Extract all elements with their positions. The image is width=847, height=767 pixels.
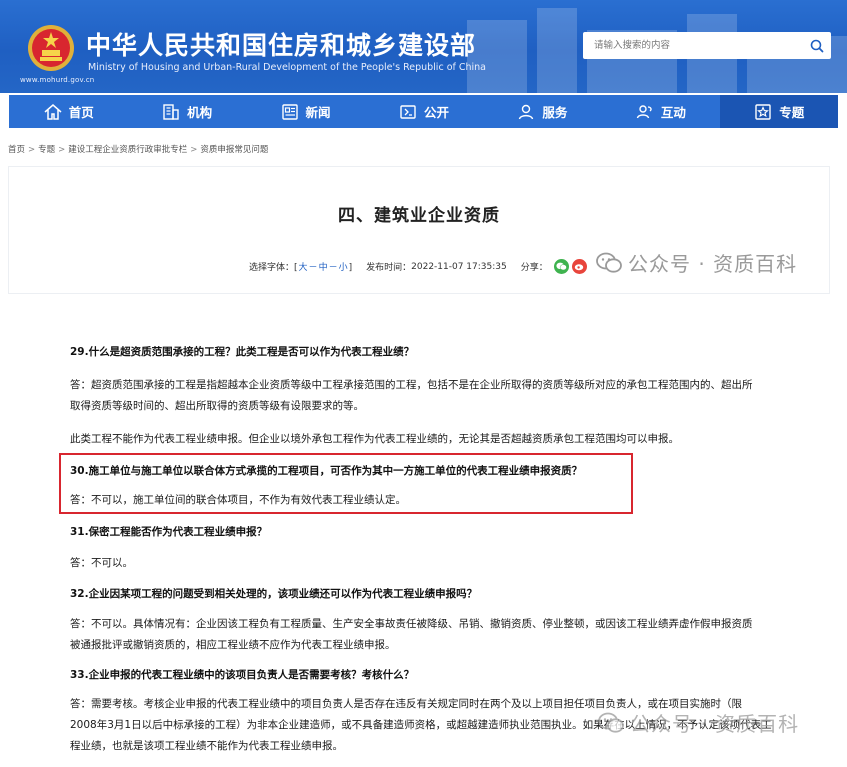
article-meta: 选择字体： [大－中－小] 发布时间： 2022-11-07 17:35:35 … [249,259,587,274]
site-header: www.mohurd.gov.cn 中华人民共和国住房和城乡建设部 Minist… [0,0,847,93]
main-nav: 首页 机构 新闻 公开 服务 互动 专题 [9,95,838,128]
font-medium-link[interactable]: 中 [319,263,328,273]
bracket-open: [ [294,263,298,273]
breadcrumb-item-column[interactable]: 建设工程企业资质行政审批专栏 [68,145,187,155]
font-small-link[interactable]: 小 [339,263,348,273]
search-button[interactable] [803,33,831,58]
nav-label: 专题 [779,105,805,120]
watermark-bottom: 公众号 · 资质百科 [598,708,799,737]
home-icon [44,103,62,120]
breadcrumb: 首页 > 专题 > 建设工程企业资质行政审批专栏 > 资质申报常见问题 [8,145,269,155]
nav-item-home[interactable]: 首页 [9,95,127,128]
font-sep: － [308,263,318,273]
article-title: 四、建筑业企业资质 [338,206,500,226]
site-url: www.mohurd.gov.cn [20,76,95,84]
search-box [583,32,831,59]
answer-29-line1: 答：超资质范围承接的工程是指超越本企业资质等级中工程承接范围的工程，包括不是在企… [70,379,753,391]
nav-label: 服务 [542,105,568,120]
breadcrumb-item-topic[interactable]: 专题 [38,145,55,155]
wechat-icon [556,262,567,271]
nav-item-disclosure[interactable]: 公开 [364,95,482,128]
highlight-box-q30 [59,453,633,514]
nav-label: 机构 [187,105,213,120]
answer-29-para2: 此类工程不能作为代表工程业绩申报。但企业以境外承包工程作为代表工程业绩的，无论其… [70,433,679,445]
building-icon [163,103,179,120]
wechat-watermark-icon [596,252,622,273]
answer-32-line2: 被通报批评或撤销资质的，相应工程业绩不应作为代表工程业绩申报。 [70,639,396,651]
topic-icon [755,103,771,120]
publish-time: 2022-11-07 17:35:35 [411,261,507,272]
answer-31: 答：不可以。 [70,557,133,569]
search-input[interactable] [583,33,803,58]
watermark-text: 公众号 · 资质百科 [630,712,800,736]
answer-33-line3: 程业绩，也就是该项工程业绩不能作为代表工程业绩申报。 [70,740,343,752]
publish-time-label: 发布时间： [366,263,412,273]
nav-item-service[interactable]: 服务 [483,95,601,128]
nav-item-organization[interactable]: 机构 [127,95,245,128]
site-title: 中华人民共和国住房和城乡建设部 [86,31,477,60]
question-31: 31.保密工程能否作为代表工程业绩申报？ [70,526,268,538]
question-32: 32.企业因某项工程的问题受到相关处理的，该项业绩还可以作为代表工程业绩申报吗？ [70,588,478,600]
question-29: 29.什么是超资质范围承接的工程？此类工程是否可以作为代表工程业绩？ [70,346,415,358]
service-icon [519,104,534,119]
search-icon [810,39,824,52]
news-icon [281,103,298,120]
nav-item-interaction[interactable]: 互动 [601,95,719,128]
nav-label: 新闻 [305,105,331,120]
share-label: 分享： [520,263,548,273]
breadcrumb-item-home[interactable]: 首页 [8,145,25,155]
watermark-top: 公众号 · 资质百科 [596,248,797,277]
answer-32-line1: 答：不可以。具体情况有：企业因该工程负有工程质量、生产安全事故责任被降级、吊销、… [70,618,753,630]
weibo-share-button[interactable] [571,259,587,274]
bracket-close: ] [348,263,353,273]
wechat-watermark-icon [598,712,624,733]
font-size-selector: [大－中－小] [294,260,352,273]
font-large-link[interactable]: 大 [299,263,308,273]
font-sep: － [328,263,338,273]
site-subtitle: Ministry of Housing and Urban-Rural Deve… [88,62,487,73]
weibo-icon [574,264,583,271]
share-icons [553,259,587,274]
answer-29-line2: 取得资质等级时间的、超出所取得的资质等级有设限要求的等。 [70,400,364,412]
wechat-share-button[interactable] [553,259,569,274]
watermark-text: 公众号 · 资质百科 [628,252,798,276]
nav-item-news[interactable]: 新闻 [246,95,364,128]
question-33: 33.企业申报的代表工程业绩中的该项目负责人是否需要考核？考核什么？ [70,669,415,681]
nav-label: 首页 [68,105,94,120]
disclosure-icon [400,104,416,119]
nav-label: 互动 [660,105,686,120]
font-size-label: 选择字体： [249,263,295,273]
nav-item-topic[interactable]: 专题 [719,95,838,128]
breadcrumb-item-faq[interactable]: 资质申报常见问题 [200,145,268,155]
national-emblem-icon [28,25,74,71]
nav-label: 公开 [423,105,449,120]
interaction-icon [636,104,652,118]
